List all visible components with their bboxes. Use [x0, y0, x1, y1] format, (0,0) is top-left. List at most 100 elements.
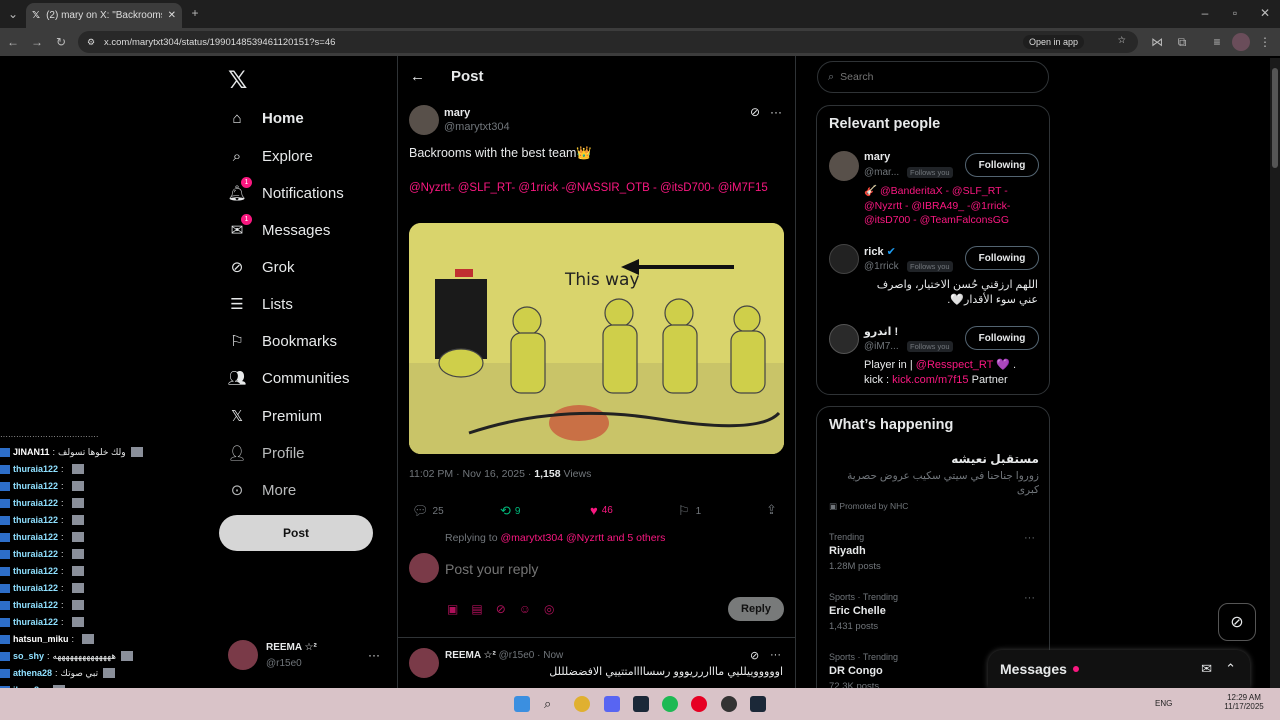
tab-search-icon[interactable]: ⌄	[4, 5, 22, 23]
profile-avatar[interactable]	[1232, 33, 1250, 51]
emoji-icon[interactable]: ☺	[519, 602, 531, 616]
open-in-app-chip[interactable]: Open in app	[1022, 35, 1084, 49]
forward-icon[interactable]: →	[28, 33, 46, 51]
trend-item[interactable]: Sports · Trending Eric Chelle 1,431 post…	[829, 592, 1039, 632]
person-name[interactable]: اندرو !	[864, 325, 898, 338]
reply-author-handle[interactable]: @r15e0	[499, 650, 535, 661]
discord-icon[interactable]	[604, 696, 620, 712]
back-arrow-icon[interactable]: ←	[410, 68, 425, 85]
nav-lists[interactable]: ☰ Lists	[226, 290, 293, 318]
search-box[interactable]: ⌕	[817, 61, 1049, 93]
browser-tab[interactable]: 𝕏 (2) mary on X: "Backrooms with ✕	[26, 3, 182, 28]
share-icon[interactable]: ⇪	[766, 502, 777, 518]
chrome-icon[interactable]	[574, 696, 590, 712]
tab-close-icon[interactable]: ✕	[168, 10, 176, 21]
window-close-icon[interactable]: ✕	[1256, 4, 1274, 22]
person-avatar[interactable]	[829, 151, 859, 181]
grok-floating-button[interactable]: ⊘	[1218, 603, 1256, 641]
url-field[interactable]: ⚙ x.com/marytxt304/status/19901485394611…	[78, 31, 1138, 53]
mention-link[interactable]: @Nyzrtt	[409, 182, 451, 194]
bookmark-star-icon[interactable]: ☆	[1117, 35, 1126, 46]
mention-link[interactable]: @NASSIR_OTB	[565, 182, 650, 194]
promo-title[interactable]: مستقبل نعيشه	[829, 452, 1039, 466]
nav-premium[interactable]: 𝕏 Premium	[226, 402, 322, 430]
reload-icon[interactable]: ↻	[52, 33, 70, 51]
steam-icon[interactable]	[633, 696, 649, 712]
puzzle-icon[interactable]: ⧉	[1173, 33, 1191, 51]
nav-bookmarks[interactable]: ⚐ Bookmarks	[226, 327, 337, 355]
nav-profile[interactable]: 👤︎ Profile	[226, 439, 304, 467]
nav-more[interactable]: ⊙ More	[226, 476, 296, 504]
person-name[interactable]: mary	[864, 151, 890, 163]
pinterest-icon[interactable]	[691, 696, 707, 712]
post-button[interactable]: Post	[219, 515, 373, 551]
author-avatar[interactable]	[409, 105, 439, 135]
person-name[interactable]: rick ✔	[864, 245, 896, 258]
sidebar-icon[interactable]: ≡	[1208, 33, 1226, 51]
replying-to-links[interactable]: @marytxt304 @Nyzrtt and 5 others	[500, 532, 665, 544]
mention-link[interactable]: @itsD700	[660, 182, 711, 194]
grok-post-icon[interactable]: ⊘	[750, 105, 760, 119]
x-logo-icon[interactable]: 𝕏	[228, 66, 247, 95]
following-button[interactable]: Following	[965, 153, 1039, 177]
image-icon[interactable]: ▣	[447, 602, 458, 616]
back-icon[interactable]: ←	[4, 33, 22, 51]
expand-icon[interactable]: ⌃	[1225, 661, 1236, 677]
search-input[interactable]	[840, 71, 1021, 83]
like-action[interactable]: ♥ 46	[590, 503, 613, 518]
reply-action[interactable]: 💬︎ 25	[412, 503, 444, 519]
trend-more-icon[interactable]: ···	[1024, 532, 1035, 544]
post-image[interactable]: This way	[409, 223, 784, 454]
menu-dots-icon[interactable]: ⋮	[1256, 33, 1274, 51]
nav-notifications[interactable]: 🔔︎ 1 Notifications	[226, 177, 344, 207]
reply-button[interactable]: Reply	[728, 597, 784, 621]
steam-alt-icon[interactable]	[750, 696, 766, 712]
obs-icon[interactable]	[721, 696, 737, 712]
reply-author-name[interactable]: REEMA ☆²	[445, 650, 496, 661]
reply-more-icon[interactable]: ···	[770, 649, 781, 661]
language-indicator[interactable]: ENG	[1155, 699, 1172, 708]
spotify-icon[interactable]	[662, 696, 678, 712]
mention-link[interactable]: @SLF_RT	[458, 182, 512, 194]
grok-icon[interactable]: ⊘	[496, 602, 506, 616]
scrollbar[interactable]	[1270, 58, 1280, 688]
account-menu-icon[interactable]: ···	[368, 648, 380, 662]
scrollbar-thumb[interactable]	[1272, 68, 1278, 168]
post-more-icon[interactable]: ···	[770, 105, 782, 119]
repost-action[interactable]: ⟲ 9	[500, 503, 520, 519]
nav-messages[interactable]: ✉ 1 Messages	[226, 214, 330, 244]
reply-grok-icon[interactable]: ⊘	[750, 649, 759, 662]
messages-drawer[interactable]: Messages ✉ ⌃	[988, 650, 1250, 688]
author-name[interactable]: mary	[444, 107, 470, 119]
site-info-icon[interactable]: ⚙	[87, 37, 95, 48]
extension-icon[interactable]: ⋈	[1148, 33, 1166, 51]
start-icon[interactable]	[514, 696, 530, 712]
bookmark-action[interactable]: ⚐ 1	[678, 503, 701, 519]
bio-link[interactable]: @Resspect_RT	[916, 359, 993, 371]
nav-communities[interactable]: 👥︎ Communities	[226, 364, 349, 392]
nav-grok[interactable]: ⊘ Grok	[226, 253, 295, 281]
minimize-icon[interactable]: –	[1196, 4, 1214, 22]
mention-link[interactable]: @iM7F15	[718, 182, 768, 194]
trend-more-icon[interactable]: ···	[1024, 592, 1035, 604]
compose-message-icon[interactable]: ✉	[1201, 661, 1212, 677]
search-taskbar-icon[interactable]: ⌕	[544, 696, 560, 712]
mention-link[interactable]: @1rrick	[518, 182, 558, 194]
gif-icon[interactable]: ▤	[471, 602, 482, 616]
nav-explore[interactable]: ⌕ Explore	[226, 142, 313, 170]
reply-input[interactable]	[445, 558, 775, 580]
new-tab-button[interactable]: +	[186, 4, 204, 22]
trend-item[interactable]: Trending Riyadh 1.28M posts ···	[829, 532, 1039, 572]
bio-link[interactable]: kick.com/m7f15	[892, 374, 968, 386]
clock[interactable]: 12:29 AM 11/17/2025	[1222, 693, 1266, 711]
maximize-icon[interactable]: ▫	[1226, 4, 1244, 22]
author-handle[interactable]: @marytxt304	[444, 121, 510, 133]
person-avatar[interactable]	[829, 324, 859, 354]
nav-home[interactable]: ⌂ Home	[226, 104, 303, 132]
person-avatar[interactable]	[829, 244, 859, 274]
location-icon[interactable]: ◎	[544, 602, 554, 616]
account-avatar[interactable]	[228, 640, 258, 670]
following-button[interactable]: Following	[965, 246, 1039, 270]
reply-author-avatar[interactable]	[409, 648, 439, 678]
following-button[interactable]: Following	[965, 326, 1039, 350]
